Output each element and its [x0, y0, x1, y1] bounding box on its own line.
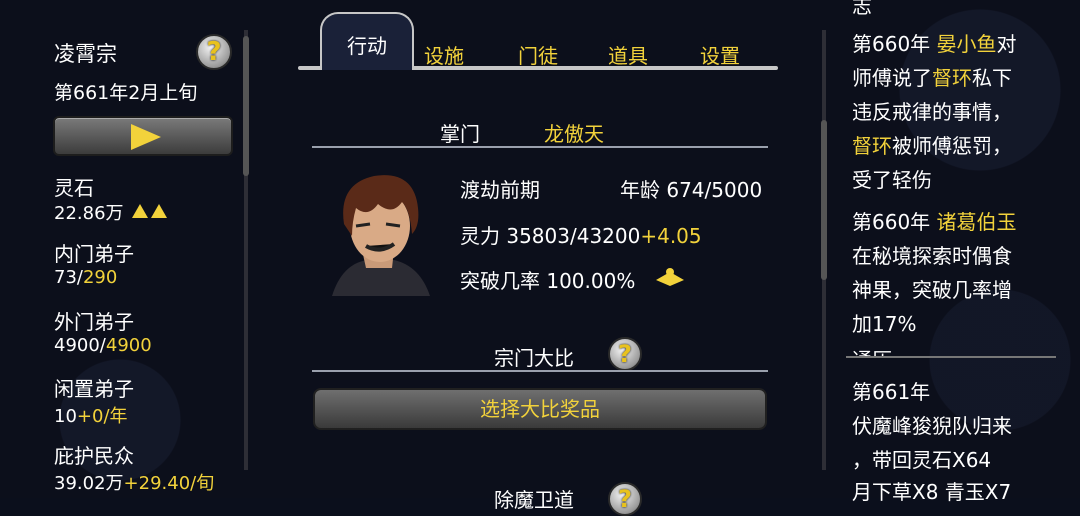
log-entry-3-line: 伏魔峰狻猊队归来 [852, 414, 1012, 438]
log-entry-3-header: 第661年 [852, 380, 931, 404]
log-heading-cut: 志 [852, 0, 872, 18]
demon-help-button[interactable]: ? [608, 482, 642, 516]
log-entry-3-line: 月下草X8 青玉X7 [852, 480, 1012, 504]
tournament-help-button[interactable]: ? [608, 337, 642, 371]
divider [312, 146, 768, 148]
log-entry-1-line: 督环被师傅惩罚， [852, 134, 1012, 158]
leader-portrait[interactable] [322, 164, 437, 296]
divider [312, 370, 768, 372]
demon-section-label: 除魔卫道 [494, 488, 574, 512]
breakthrough-button-icon[interactable] [652, 266, 688, 290]
stat-label-spirit-stone: 灵石 [54, 176, 94, 200]
tab-facilities[interactable]: 设施 [424, 40, 464, 69]
stat-label-protected-people: 庇护民众 [54, 444, 134, 468]
play-button[interactable] [53, 116, 233, 156]
log-entry-2-line: 加17% [852, 312, 917, 336]
sect-name: 凌霄宗 [54, 42, 117, 66]
log-entry-1-line: 受了轻伤 [852, 168, 932, 192]
stat-value-idle-disciples: 10+0/年 [54, 406, 128, 427]
center-scrollbar[interactable] [821, 120, 827, 280]
tab-disciples[interactable]: 门徒 [518, 40, 558, 69]
leader-label: 掌门 [440, 122, 480, 146]
tournament-label: 宗门大比 [494, 346, 574, 370]
log-entry-2-line: 在秘境探索时偶食 [852, 244, 1012, 268]
stat-value-inner-disciples: 73/290 [54, 267, 118, 288]
play-icon [131, 124, 161, 150]
game-date: 第661年2月上旬 [54, 82, 198, 104]
log-entry-3-line: ，带回灵石X64 [852, 448, 992, 472]
leader-name[interactable]: 龙傲天 [544, 118, 604, 147]
tab-action[interactable]: 行动 [320, 12, 414, 70]
log-entry-1-line: 违反戒律的事情， [852, 100, 1012, 124]
stat-value-spirit-stone: 22.86万 [54, 199, 168, 225]
age-readout: 年龄 674/5000 [620, 178, 763, 202]
left-scrollbar[interactable] [243, 36, 249, 176]
stat-value-protected-people: 39.02万+29.40/旬 [54, 473, 215, 494]
stat-label-idle-disciples: 闲置弟子 [54, 377, 134, 401]
divider [846, 356, 1056, 358]
tab-settings[interactable]: 设置 [700, 40, 740, 69]
log-entry-2-header: 第660年 诸葛伯玉 [852, 210, 1017, 234]
stat-label-outer-disciples: 外门弟子 [54, 310, 134, 334]
breakthrough-readout: 突破几率 100.00% [460, 269, 636, 293]
stat-value-outer-disciples: 4900/4900 [54, 335, 152, 356]
log-entry-1-line: 师傅说了督环私下 [852, 66, 1012, 90]
trend-up-icon [129, 203, 168, 224]
choose-tournament-prize-button[interactable]: 选择大比奖品 [313, 388, 767, 430]
log-entry-2-line: 神果，突破几率增 [852, 278, 1012, 302]
log-entry-1-header: 第660年 晏小鱼对 [852, 32, 1017, 56]
cultivation-realm: 渡劫前期 [460, 178, 540, 202]
stat-label-inner-disciples: 内门弟子 [54, 242, 134, 266]
sect-status-panel: 凌霄宗 ? 第661年2月上旬 灵石 22.86万 内门弟子 73/290 外门… [0, 0, 252, 498]
tab-items[interactable]: 道具 [608, 40, 648, 69]
help-button[interactable]: ? [196, 34, 232, 70]
spirit-power-readout: 灵力 35803/43200+4.05 [460, 224, 702, 248]
event-log-panel: 志 第660年 晏小鱼对 师傅说了督环私下 违反戒律的事情， 督环被师傅惩罚， … [830, 0, 1080, 504]
